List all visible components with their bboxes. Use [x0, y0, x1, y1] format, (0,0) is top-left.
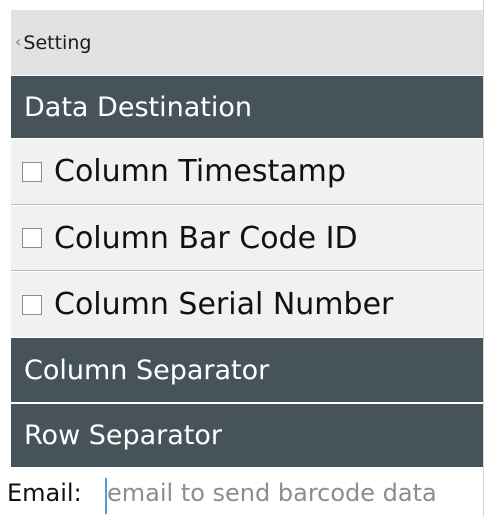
- email-field-wrap: [107, 472, 477, 513]
- option-label: Column Bar Code ID: [54, 220, 358, 256]
- back-chevron-icon: ‹: [15, 31, 22, 51]
- column-separator-label: Column Separator: [24, 354, 270, 386]
- text-caret: [105, 478, 107, 514]
- row-separator-button[interactable]: Row Separator: [11, 404, 484, 467]
- checkbox-icon[interactable]: [22, 228, 42, 248]
- option-column-timestamp[interactable]: Column Timestamp: [11, 139, 484, 205]
- back-button[interactable]: ‹ Setting: [11, 10, 484, 75]
- checkbox-icon[interactable]: [22, 161, 42, 182]
- email-row: Email:: [0, 468, 484, 517]
- column-separator-button[interactable]: Column Separator: [11, 338, 484, 402]
- section-title: Data Destination: [24, 91, 252, 123]
- settings-screen: ‹ Setting Data Destination Column Timest…: [0, 0, 484, 517]
- row-separator-label: Row Separator: [24, 420, 223, 451]
- back-label: Setting: [23, 31, 92, 54]
- option-column-serial-number[interactable]: Column Serial Number: [11, 272, 484, 337]
- option-label: Column Serial Number: [54, 287, 394, 322]
- section-header-data-destination: Data Destination: [11, 76, 484, 138]
- option-label: Column Timestamp: [54, 154, 346, 189]
- option-column-bar-code-id[interactable]: Column Bar Code ID: [11, 206, 484, 271]
- email-label: Email:: [7, 478, 82, 507]
- checkbox-icon[interactable]: [22, 294, 42, 315]
- email-field[interactable]: [107, 472, 477, 513]
